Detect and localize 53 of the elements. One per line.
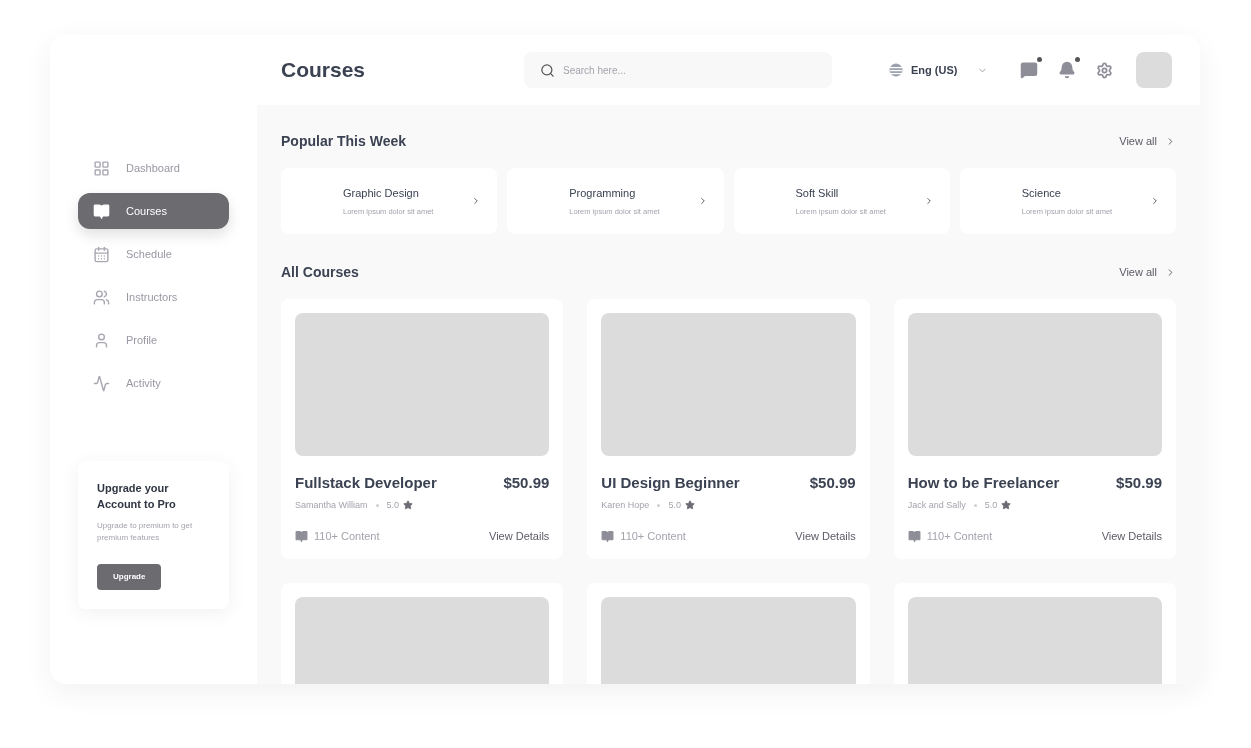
book-icon bbox=[93, 202, 110, 220]
upgrade-text: Upgrade to premium to get premium features bbox=[97, 520, 194, 544]
course-title: UI Design Beginner bbox=[601, 473, 740, 493]
book-icon bbox=[907, 529, 921, 543]
book-icon bbox=[601, 529, 615, 543]
book-icon bbox=[295, 529, 308, 543]
flag-icon bbox=[889, 63, 903, 77]
page-title: Courses bbox=[281, 57, 367, 84]
course-price: $50.99 bbox=[503, 473, 550, 493]
grid-icon bbox=[93, 159, 110, 177]
star-icon bbox=[403, 500, 414, 511]
people-icon bbox=[93, 288, 110, 306]
author-name: Samantha William bbox=[295, 498, 368, 512]
category-name: Soft Skill bbox=[795, 186, 840, 202]
rating-value: 5.0 bbox=[668, 498, 681, 512]
view-details-link[interactable]: View Details bbox=[795, 528, 856, 545]
chat-icon bbox=[1020, 61, 1039, 79]
upgrade-button[interactable]: Upgrade bbox=[97, 564, 162, 590]
view-all-link[interactable]: View all bbox=[1119, 264, 1176, 281]
search-field[interactable]: Search here... bbox=[563, 62, 816, 78]
content-count: 110+ Content bbox=[926, 529, 993, 544]
search-icon bbox=[540, 62, 555, 78]
search-bar[interactable]: Search here... bbox=[524, 52, 832, 88]
bell-icon bbox=[1058, 61, 1077, 79]
chevron-right-icon bbox=[1150, 196, 1160, 206]
settings-button[interactable] bbox=[1096, 61, 1114, 79]
settings-icon bbox=[1096, 61, 1114, 79]
course-title: Fullstack Developer bbox=[295, 473, 437, 493]
language-selector[interactable]: Eng (US) bbox=[889, 61, 989, 79]
category-name: Programming bbox=[569, 186, 637, 202]
view-details-link[interactable]: View Details bbox=[489, 528, 550, 545]
star-icon bbox=[1001, 500, 1012, 511]
rating-value: 5.0 bbox=[984, 498, 998, 512]
category-name: Science bbox=[1021, 186, 1062, 202]
course-title: How to be Freelancer bbox=[907, 473, 1060, 493]
view-all-link[interactable]: View all bbox=[1119, 133, 1176, 150]
nav-item[interactable]: Courses bbox=[78, 193, 229, 229]
author-name: Karen Hope bbox=[601, 498, 650, 512]
calendar-icon bbox=[93, 245, 110, 263]
upgrade-title: Upgrade your Account to Pro bbox=[97, 481, 177, 512]
course-price: $50.99 bbox=[1116, 473, 1162, 493]
section-title: Popular This Week bbox=[281, 132, 406, 151]
pulse-icon bbox=[93, 374, 110, 392]
category-name: Graphic Design bbox=[343, 186, 420, 202]
course-price: $50.99 bbox=[809, 473, 856, 493]
section-title: All Courses bbox=[281, 263, 359, 282]
person-icon bbox=[93, 331, 110, 349]
author-name: Jack and Sally bbox=[907, 498, 966, 512]
content-count: 110+ Content bbox=[620, 529, 686, 544]
content-count: 110+ Content bbox=[314, 529, 380, 544]
view-details-link[interactable]: View Details bbox=[1101, 528, 1162, 545]
rating-value: 5.0 bbox=[386, 498, 400, 512]
star-icon bbox=[684, 500, 695, 511]
